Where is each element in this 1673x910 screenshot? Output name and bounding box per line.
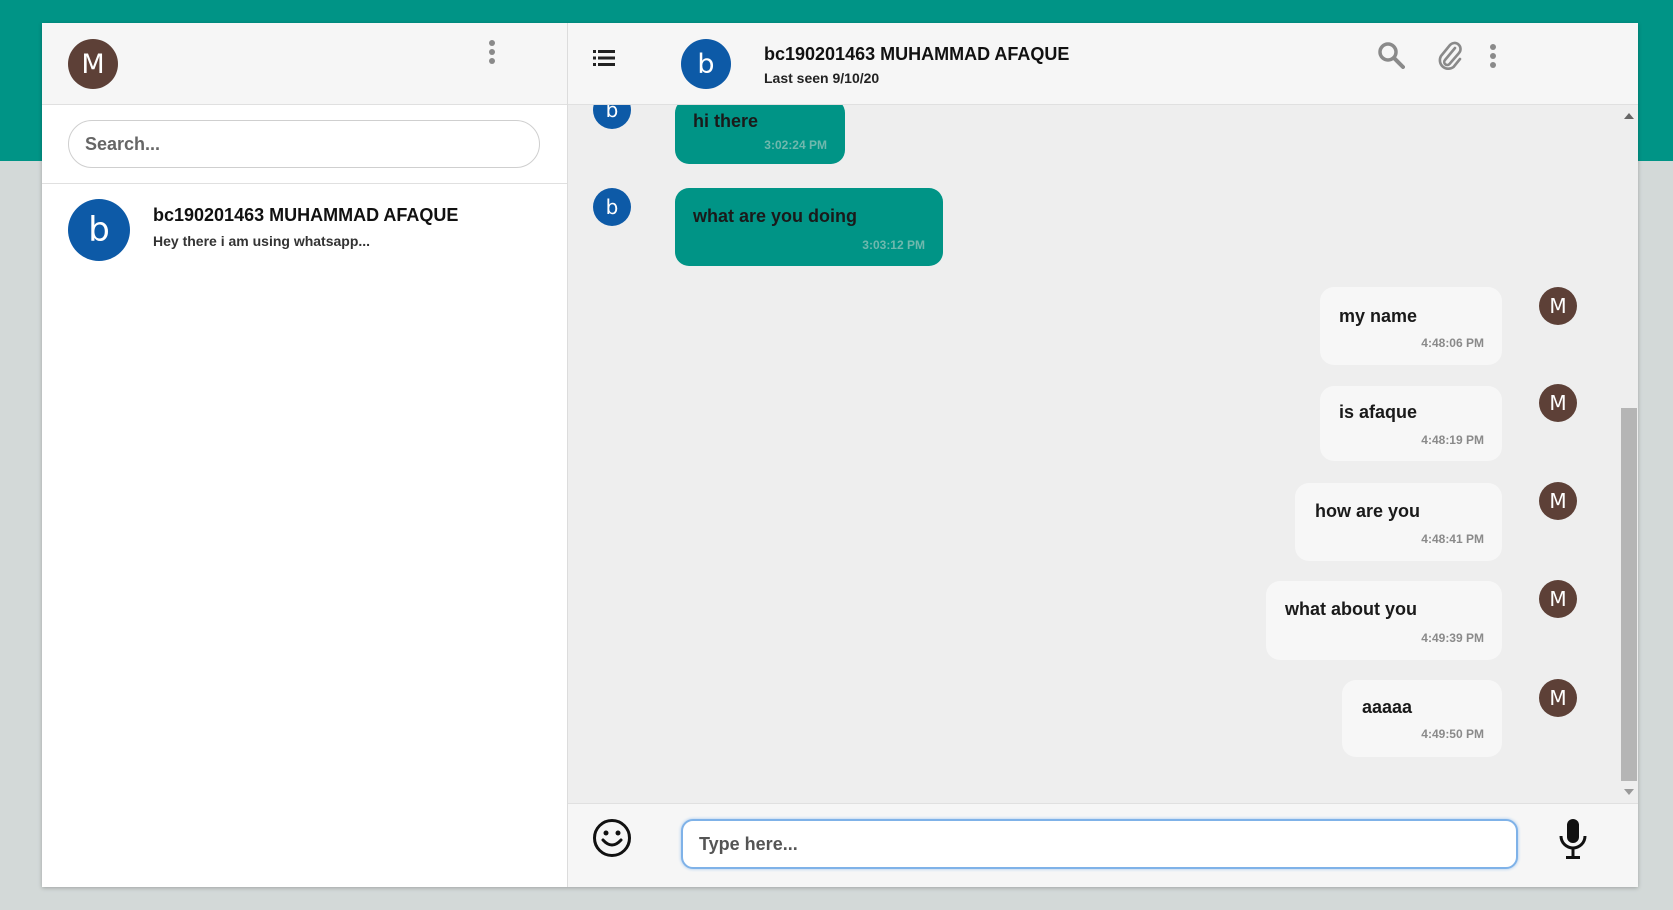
conversation-panel: b bc190201463 MUHAMMAD AFAQUE Last seen …: [568, 23, 1638, 887]
chat-list-item[interactable]: b bc190201463 MUHAMMAD AFAQUE Hey there …: [42, 184, 567, 274]
contact-name: bc190201463 MUHAMMAD AFAQUE: [764, 44, 1070, 64]
outgoing-message: my name 4:48:06 PM: [1320, 287, 1502, 365]
message-avatar: M: [1539, 482, 1577, 520]
message-avatar: M: [1539, 580, 1577, 618]
message-time: 4:48:41 PM: [1421, 532, 1484, 546]
message-time: 4:49:50 PM: [1421, 727, 1484, 741]
search-icon[interactable]: [1377, 41, 1405, 69]
microphone-icon[interactable]: [1558, 818, 1588, 860]
contact-avatar: b: [68, 199, 130, 261]
outgoing-message: how are you 4:48:41 PM: [1295, 483, 1502, 561]
outgoing-message: what about you 4:49:39 PM: [1266, 581, 1502, 660]
search-bar: [42, 105, 567, 184]
message-input[interactable]: [681, 819, 1518, 869]
conversation-header: b bc190201463 MUHAMMAD AFAQUE Last seen …: [568, 23, 1638, 105]
last-seen-status: Last seen 9/10/20: [764, 70, 880, 86]
message-text: how are you: [1315, 501, 1421, 521]
user-avatar[interactable]: M: [68, 39, 118, 89]
list-icon[interactable]: [593, 49, 615, 67]
message-text: aaaaa: [1362, 697, 1413, 717]
outgoing-message: is afaque 4:48:19 PM: [1320, 386, 1502, 461]
message-avatar: M: [1539, 679, 1577, 717]
message-time: 3:02:24 PM: [764, 138, 827, 152]
message-text: hi there: [693, 111, 759, 131]
message-scrollbar[interactable]: [1620, 105, 1638, 803]
incoming-message: what are you doing 3:03:12 PM: [675, 188, 943, 266]
message-text: what are you doing: [693, 206, 858, 226]
more-vert-icon[interactable]: [1490, 44, 1496, 68]
message-time: 3:03:12 PM: [862, 238, 925, 252]
message-text: what about you: [1285, 599, 1417, 619]
message-avatar: b: [593, 105, 631, 129]
chat-item-name: bc190201463 MUHAMMAD AFAQUE: [153, 205, 459, 225]
contact-avatar[interactable]: b: [681, 39, 731, 89]
paperclip-icon[interactable]: [1437, 41, 1463, 71]
message-time: 4:48:19 PM: [1421, 433, 1484, 447]
message-composer: [568, 803, 1638, 887]
message-text: my name: [1339, 306, 1418, 326]
chat-item-preview: Hey there i am using whatsapp...: [153, 233, 371, 249]
scroll-thumb[interactable]: [1621, 408, 1637, 781]
more-vert-icon[interactable]: [489, 40, 495, 64]
scroll-up-arrow[interactable]: [1624, 113, 1634, 119]
whatsapp-app: M b bc190201463 MUHAMMAD AFAQUE Hey ther…: [42, 23, 1638, 887]
message-time: 4:48:06 PM: [1421, 336, 1484, 350]
message-avatar: M: [1539, 287, 1577, 325]
message-avatar: M: [1539, 384, 1577, 422]
message-avatar: b: [593, 188, 631, 226]
scroll-down-arrow[interactable]: [1624, 789, 1634, 795]
message-text: is afaque: [1339, 402, 1418, 422]
sidebar: M b bc190201463 MUHAMMAD AFAQUE Hey ther…: [42, 23, 568, 887]
message-list[interactable]: b hi there 3:02:24 PM b what are you doi…: [568, 105, 1638, 803]
outgoing-message: aaaaa 4:49:50 PM: [1342, 680, 1502, 757]
emoji-icon[interactable]: [592, 818, 632, 858]
message-time: 4:49:39 PM: [1421, 631, 1484, 645]
sidebar-header: M: [42, 23, 567, 105]
incoming-message: hi there 3:02:24 PM: [675, 105, 845, 164]
search-input[interactable]: [68, 120, 540, 168]
